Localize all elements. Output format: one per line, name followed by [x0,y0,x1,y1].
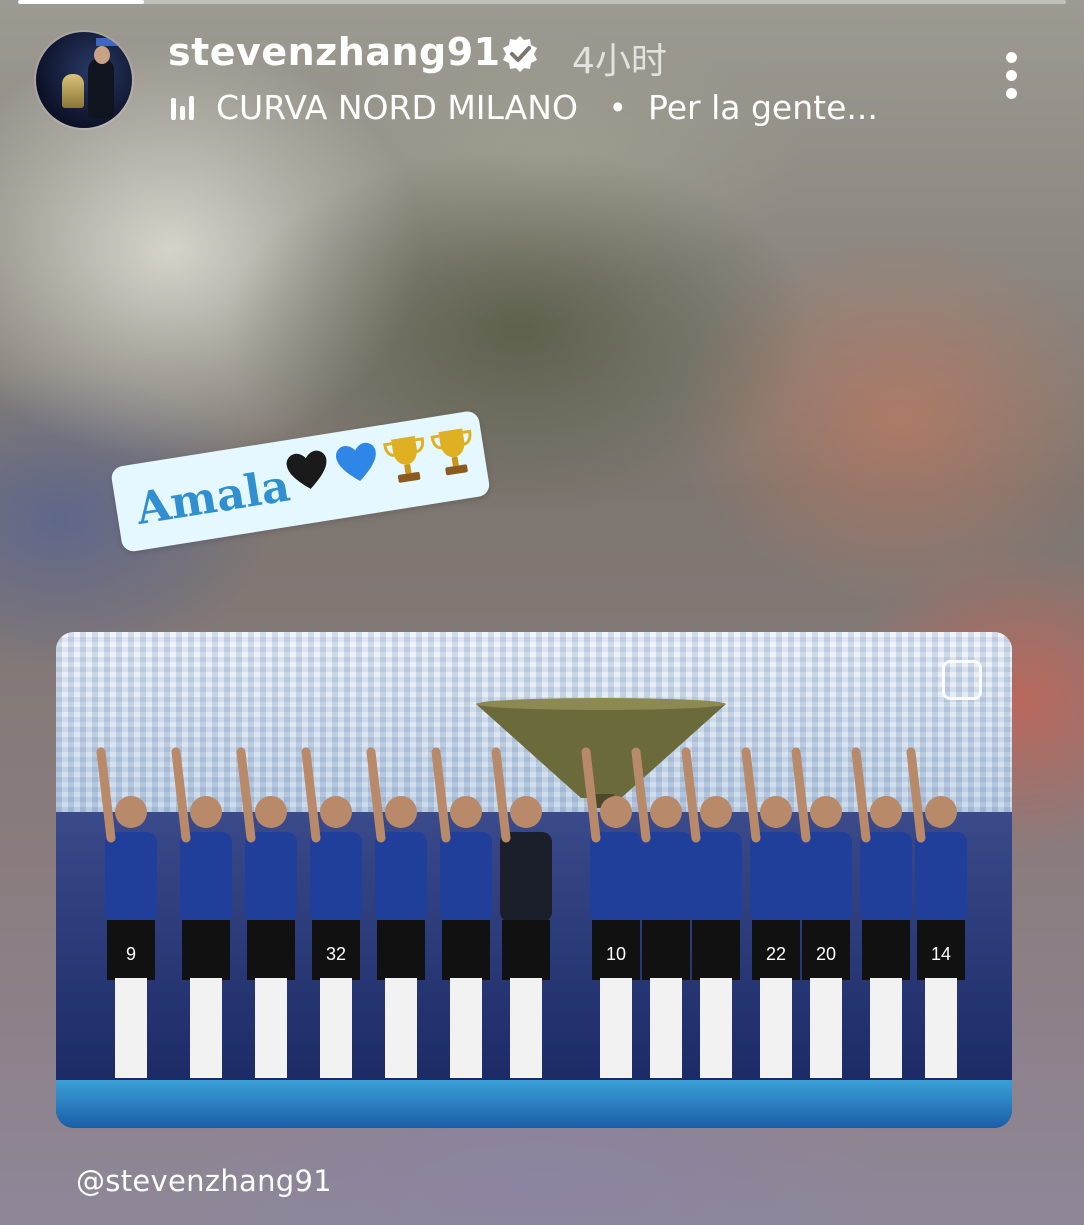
sticker-text: Amala [132,460,294,535]
jersey-number: 9 [126,944,136,964]
more-dot-icon [1006,88,1017,99]
player-figure: 9 [96,747,157,1078]
player-figure [431,747,492,1078]
more-dot-icon [1006,70,1017,81]
player-figure [681,747,742,1078]
more-options-button[interactable] [990,48,1034,104]
jersey-number: 10 [606,944,626,964]
more-dot-icon [1006,52,1017,63]
player-figure [236,747,297,1078]
verified-badge-icon [503,36,537,72]
trophy-icon [430,428,472,476]
shared-post-image[interactable]: 9 32 10 22 20 14 [56,632,1012,1128]
players-group: 9 32 10 22 20 14 [96,747,967,1078]
player-figure: 20 [791,747,852,1078]
player-figure: 22 [741,747,802,1078]
player-figure [171,747,232,1078]
music-bars-icon [171,96,194,120]
blue-heart-icon [336,442,376,482]
text-sticker: Amala [110,409,491,553]
avatar[interactable] [36,32,132,128]
trophy-icon [383,435,425,483]
save-post-icon[interactable] [942,660,982,700]
black-heart-icon [286,450,327,489]
post-time: 4小时 [572,41,667,82]
music-separator: • [612,88,624,125]
player-figure: 10 [581,747,642,1078]
story-header: stevenzhang91 4小时 CURVA NORD MILANO • Pe… [0,0,1084,140]
sticker-emojis [282,423,480,504]
music-artist[interactable]: CURVA NORD MILANO [216,88,578,127]
player-figure [491,747,552,1078]
mention-tag[interactable]: @stevenzhang91 [76,1164,332,1198]
jersey-number: 20 [816,944,836,964]
player-figure [631,747,692,1078]
jersey-number: 14 [931,944,951,964]
podium-stage [56,1080,1012,1128]
jersey-number: 32 [326,944,346,964]
player-figure [366,747,427,1078]
player-figure: 32 [301,747,362,1078]
jersey-number: 22 [766,944,786,964]
player-figure [851,747,912,1078]
username[interactable]: stevenzhang91 [168,30,501,74]
music-title[interactable]: Per la gente... [648,88,878,127]
player-figure: 14 [906,747,967,1078]
